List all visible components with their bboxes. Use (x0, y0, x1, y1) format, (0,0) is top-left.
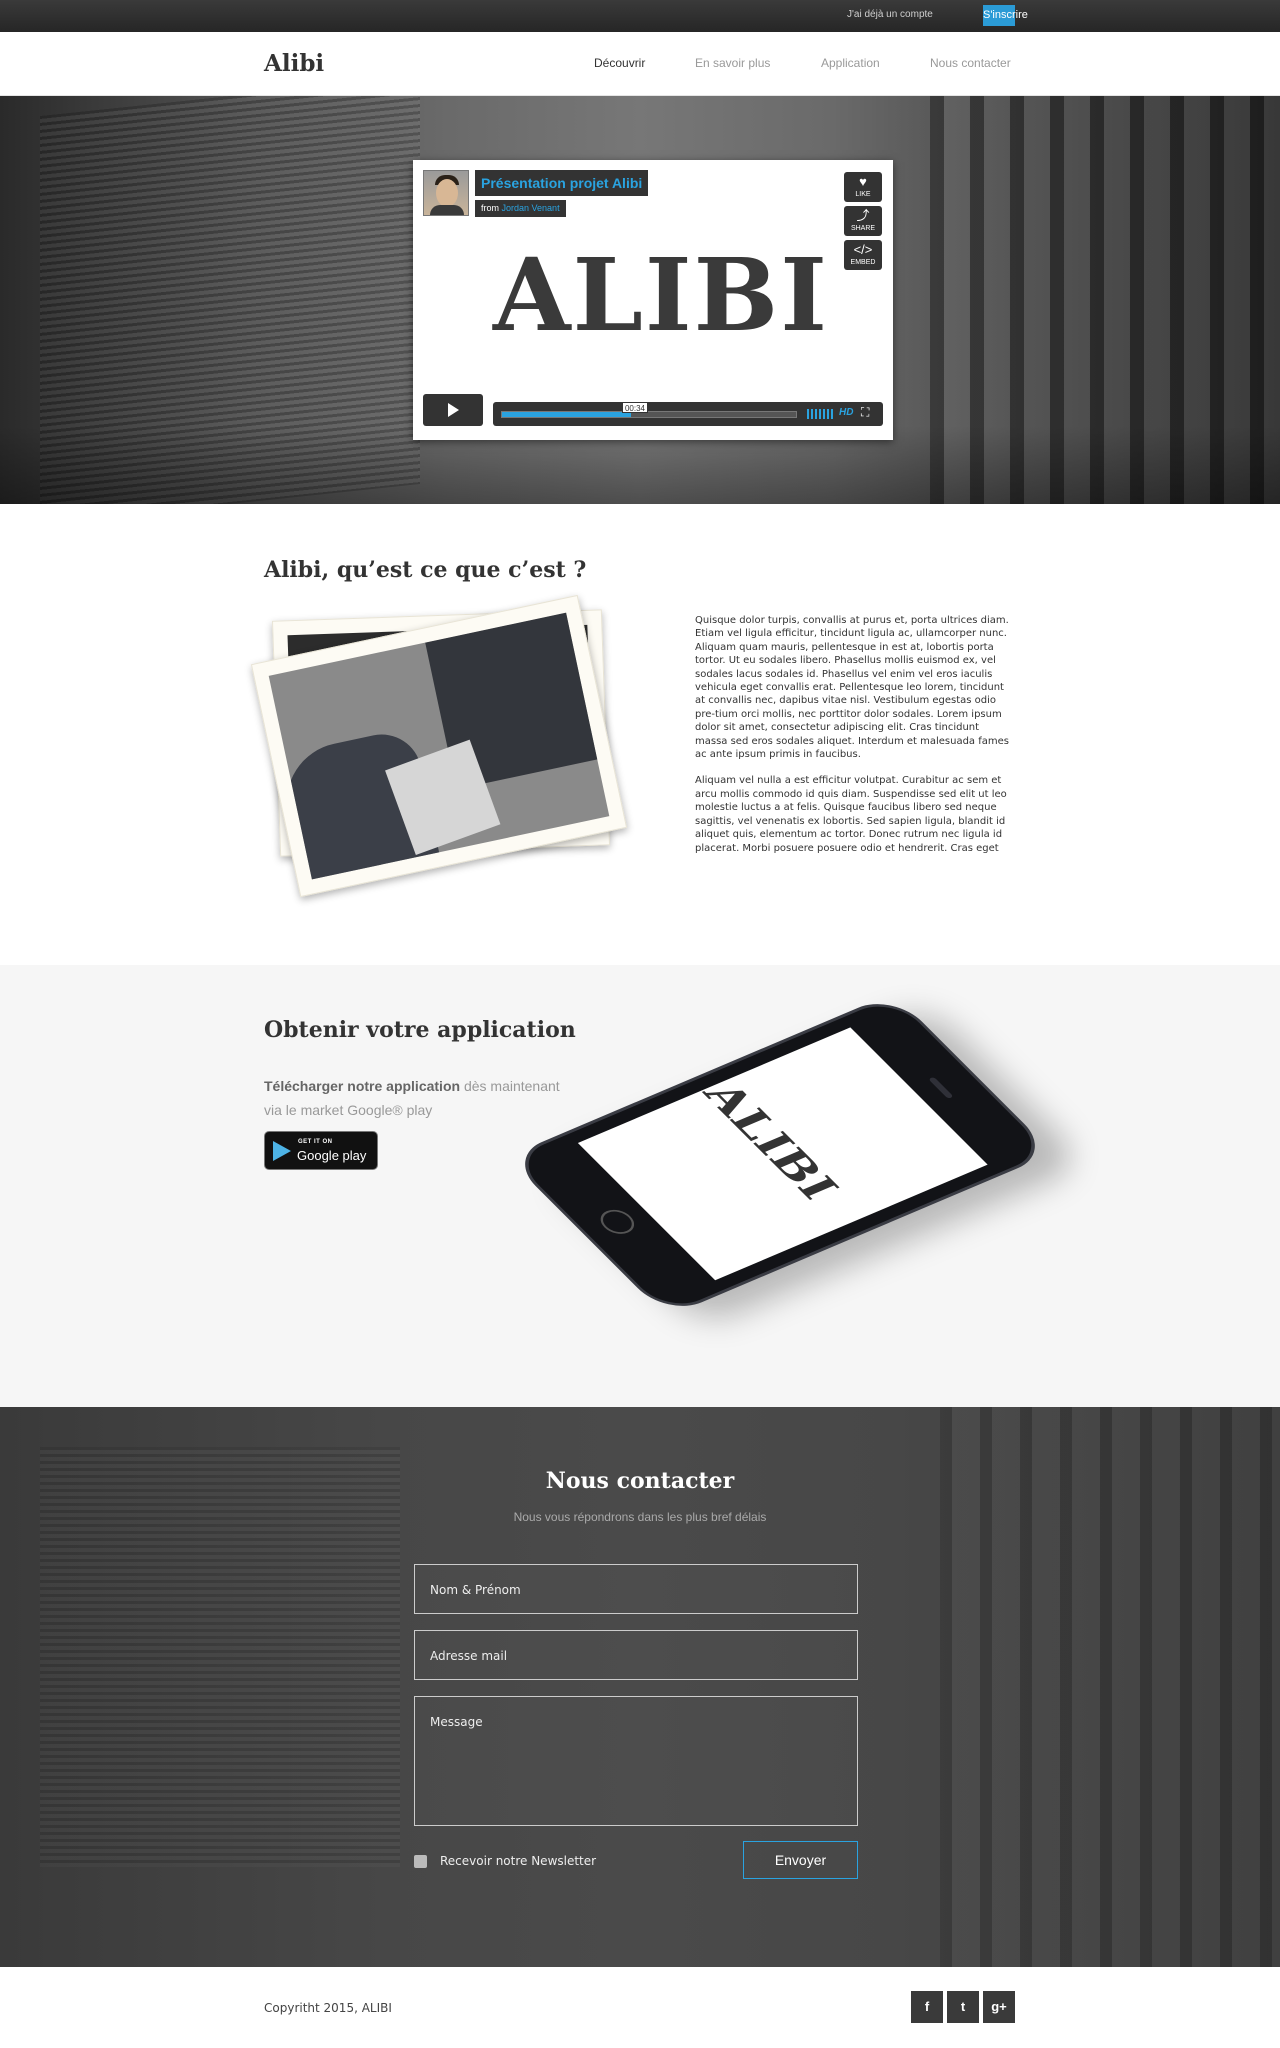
facebook-icon: f (924, 1999, 930, 2014)
video-logo: ALIBI (493, 236, 829, 354)
share-icon: ⤴ (856, 208, 870, 223)
googleplus-icon: g+ (991, 1999, 1007, 2014)
share-button[interactable]: ⤴ SHARE (844, 206, 882, 236)
video-player[interactable]: Présentation projet Alibi from Jordan Ve… (413, 160, 893, 440)
play-icon (448, 403, 459, 417)
twitter-button[interactable]: t (947, 1991, 979, 2023)
nav-application[interactable]: Application (821, 56, 880, 70)
email-field[interactable]: Adresse mail (414, 1630, 858, 1680)
video-title[interactable]: Présentation projet Alibi (475, 170, 649, 196)
about-title: Alibi, qu’est ce que c’est ? (264, 557, 587, 583)
app-desc-rest: dès maintenant (460, 1078, 560, 1094)
progress-track[interactable]: 00:34 (501, 402, 797, 418)
google-play-icon (273, 1141, 291, 1161)
contact-subtitle: Nous vous répondrons dans les plus bref … (513, 1510, 767, 1524)
photo-stack (250, 594, 628, 898)
already-account-link[interactable]: J'ai déjà un compte (847, 9, 933, 20)
home-button-icon (593, 1205, 641, 1238)
hd-toggle[interactable]: HD (839, 407, 853, 418)
fullscreen-icon[interactable]: ⛶ (861, 405, 869, 420)
send-button[interactable]: Envoyer (743, 1841, 858, 1879)
contact-title: Nous contacter (545, 1468, 735, 1494)
video-author-line: from Jordan Venant (475, 200, 566, 217)
about-text: Quisque dolor turpis, convallis at purus… (695, 614, 1013, 868)
nav-nous-contacter[interactable]: Nous contacter (930, 56, 1011, 70)
volume-bars[interactable] (807, 409, 835, 419)
app-desc-bold: Télécharger notre application (264, 1078, 461, 1094)
embed-button[interactable]: </> EMBED (844, 240, 882, 270)
speaker-icon (928, 1076, 954, 1099)
like-button[interactable]: ♥ LIKE (844, 172, 882, 202)
name-field[interactable]: Nom & Prénom (414, 1564, 858, 1614)
site-header: Alibi Découvrir En savoir plus Applicati… (0, 32, 1280, 96)
about-paragraph-2: Aliquam vel nulla a est efficitur volutp… (695, 775, 1007, 854)
app-description: Télécharger notre application dès mainte… (264, 1074, 604, 1122)
newsletter-checkbox[interactable] (414, 1855, 427, 1868)
code-icon: </> (853, 242, 873, 257)
play-button[interactable] (423, 394, 483, 426)
facebook-button[interactable]: f (911, 1991, 943, 2023)
app-desc-line2: via le market Google® play (264, 1102, 433, 1118)
app-title: Obtenir votre application (264, 1017, 576, 1043)
top-bar: J'ai déjà un compte S'inscrire (0, 0, 1280, 32)
copyright: Copyritht 2015, ALIBI (264, 2001, 392, 2015)
time-badge: 00:34 (622, 402, 648, 413)
signup-button[interactable]: S'inscrire (983, 5, 1028, 26)
site-footer (0, 1967, 1280, 2048)
from-label: from (481, 203, 499, 213)
google-play-badge[interactable]: GET IT ON Google play (264, 1131, 378, 1170)
heart-icon: ♥ (859, 174, 867, 189)
message-field[interactable]: Message (414, 1696, 858, 1826)
progress-fill (502, 412, 632, 417)
brand-logo[interactable]: Alibi (264, 50, 324, 77)
twitter-icon: t (960, 1999, 966, 2014)
nav-en-savoir-plus[interactable]: En savoir plus (695, 56, 770, 70)
googleplus-button[interactable]: g+ (983, 1991, 1015, 2023)
newsletter-label[interactable]: Recevoir notre Newsletter (440, 1854, 596, 1868)
author-link[interactable]: Jordan Venant (502, 203, 560, 213)
nav-decouvrir[interactable]: Découvrir (594, 56, 645, 70)
author-avatar[interactable] (423, 170, 469, 216)
about-paragraph-1: Quisque dolor turpis, convallis at purus… (695, 615, 1009, 761)
video-controls: 00:34 HD ⛶ (493, 402, 883, 426)
